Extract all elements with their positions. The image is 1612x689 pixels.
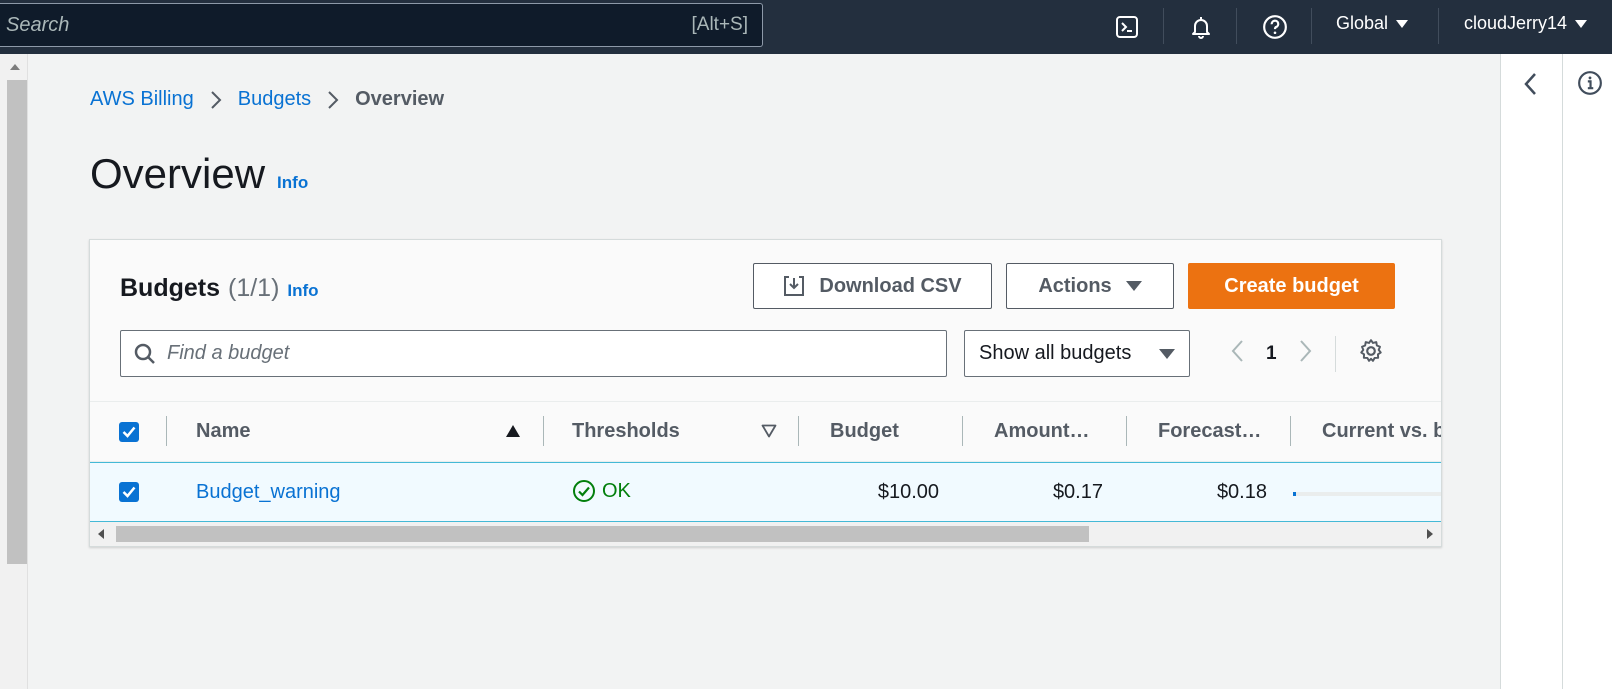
help-question-icon[interactable] [1258,10,1292,44]
cloudshell-icon[interactable] [1110,10,1144,44]
scroll-up-arrow-icon[interactable] [10,64,20,70]
sort-ascending-icon[interactable] [505,424,521,443]
actions-label: Actions [1038,274,1112,297]
scroll-right-arrow-icon[interactable] [1427,529,1433,539]
create-budget-button[interactable]: Create budget [1188,263,1395,309]
search-shortcut-hint: [Alt+S] [691,14,749,35]
download-icon [784,276,805,296]
threshold-status-label: OK [602,479,631,502]
account-username: cloudJerry14 [1464,13,1568,33]
budgets-table-header: Budgets (1/1) Info Download CSV Actions … [90,240,1441,402]
budgets-table-container: Budgets (1/1) Info Download CSV Actions … [89,239,1442,547]
table-column-headers: Name Thresholds Budget Amount… Forecast…… [90,402,1441,462]
column-header-current-vs-budget[interactable]: Current vs. b [1322,420,1441,443]
column-header-thresholds[interactable]: Thresholds [572,420,680,443]
breadcrumb-aws-billing[interactable]: AWS Billing [90,88,194,111]
scrollbar-thumb[interactable] [116,526,1089,542]
actions-button[interactable]: Actions [1006,263,1174,309]
budget-amount: $10.00 [877,481,939,503]
budget-filter-value: Show all budgets [979,342,1132,364]
pagination: 1 [1230,332,1384,376]
global-search-box[interactable]: [Alt+S] [0,3,763,47]
column-header-name[interactable]: Name [196,420,250,443]
create-budget-label: Create budget [1224,274,1359,297]
select-all-checkbox[interactable] [119,422,139,442]
scrollbar-thumb[interactable] [7,80,27,564]
side-tools-panel [1500,54,1612,689]
chevron-right-icon [327,90,339,110]
caret-down-icon [1159,348,1175,359]
chevron-left-icon[interactable] [1519,70,1543,103]
account-menu[interactable]: cloudJerry14 [1464,13,1588,34]
caret-down-icon [1575,19,1588,28]
page-number[interactable]: 1 [1266,343,1277,365]
column-header-amount[interactable]: Amount… [994,420,1090,443]
page-vertical-scrollbar[interactable] [0,54,28,689]
find-budget-box[interactable] [120,330,947,377]
budget-name-link[interactable]: Budget_warning [196,481,341,504]
global-search-input[interactable] [6,13,566,37]
breadcrumb-budgets[interactable]: Budgets [238,88,311,111]
region-label: Global [1336,13,1389,33]
actual-amount: $0.17 [1052,481,1103,503]
budgets-info-link[interactable]: Info [287,281,318,301]
region-selector[interactable]: Global [1336,13,1409,34]
table-row[interactable]: Budget_warning OK $10.00 $0.17 $0.18 [90,462,1441,522]
info-circle-icon[interactable] [1577,70,1603,101]
download-csv-label: Download CSV [819,274,962,297]
current-vs-budget-progress-bar [1293,492,1441,496]
search-icon [134,343,155,364]
next-page-chevron-icon[interactable] [1299,339,1313,369]
page-header: Overview Info [90,150,308,198]
table-horizontal-scrollbar[interactable] [90,522,1441,546]
sort-descending-icon[interactable] [761,424,777,443]
budgets-heading: Budgets (1/1) Info [120,274,319,303]
threshold-status: OK [572,479,631,503]
scroll-left-arrow-icon[interactable] [98,529,104,539]
progress-fill [1293,492,1296,496]
budgets-count: (1/1) [228,274,280,302]
row-select-checkbox[interactable] [119,482,139,502]
table-settings-gear-icon[interactable] [1358,338,1384,370]
previous-page-chevron-icon[interactable] [1230,339,1244,369]
find-budget-input[interactable] [167,342,927,365]
budgets-title: Budgets [120,274,220,302]
column-header-forecast[interactable]: Forecast… [1158,420,1261,443]
download-csv-button[interactable]: Download CSV [753,263,992,309]
breadcrumb-current: Overview [355,88,445,110]
page-info-link[interactable]: Info [277,173,308,193]
top-navigation-bar: [Alt+S] Global cloudJerry14 [0,0,1612,54]
forecast-amount: $0.18 [1216,481,1267,503]
caret-down-icon [1125,281,1142,291]
page-title: Overview [90,150,266,197]
notifications-bell-icon[interactable] [1184,10,1218,44]
check-circle-icon [573,480,595,502]
chevron-right-icon [210,90,222,110]
column-header-budget[interactable]: Budget [830,420,899,443]
budget-filter-select[interactable]: Show all budgets [964,330,1190,377]
breadcrumb: AWS Billing Budgets Overview [90,88,444,111]
caret-down-icon [1396,19,1409,28]
